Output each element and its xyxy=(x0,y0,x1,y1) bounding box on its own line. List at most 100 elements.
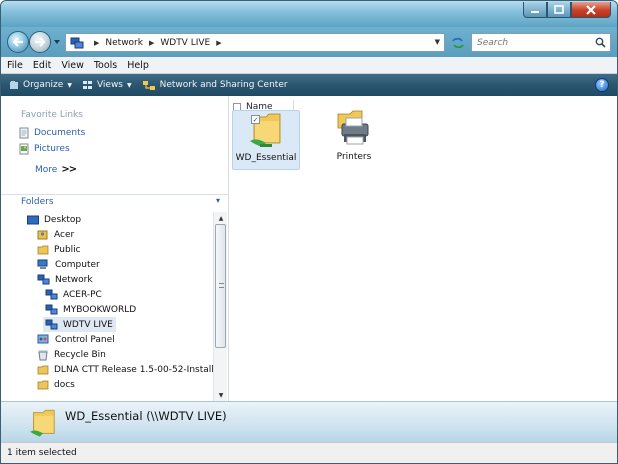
search-icon[interactable] xyxy=(595,37,606,48)
tree-item-acer-pc[interactable]: ACER-PC xyxy=(45,287,102,302)
double-chevron-right-icon: >> xyxy=(61,164,77,175)
menu-bar: File Edit View Tools Help xyxy=(1,57,617,74)
back-arrow-icon xyxy=(12,37,23,47)
tree-item-label: ACER-PC xyxy=(63,289,102,300)
favorite-link-label: Documents xyxy=(34,128,86,138)
menu-file[interactable]: File xyxy=(7,60,23,71)
chevron-down-icon: ▼ xyxy=(67,81,72,89)
tree-item-mybookworld[interactable]: MYBOOKWORLD xyxy=(45,302,136,317)
folders-title: Folders xyxy=(21,196,54,207)
folder-tree: Desktop Acer Public Computer Network ACE… xyxy=(1,212,213,401)
forward-button[interactable] xyxy=(29,31,51,53)
refresh-button[interactable] xyxy=(449,34,467,51)
minimize-button[interactable] xyxy=(523,2,547,18)
network-computer-icon xyxy=(45,319,58,330)
breadcrumb-separator: ▶ xyxy=(94,38,100,47)
tree-item-recycle-bin[interactable]: Recycle Bin xyxy=(37,347,106,362)
tree-item-dlna-ctt-release[interactable]: DLNA CTT Release 1.5-00-52-Installer- xyxy=(37,362,213,377)
scroll-up-icon[interactable]: ▲ xyxy=(214,212,228,224)
chevron-down-icon: ▼ xyxy=(127,81,132,89)
details-pane: WD_Essential (\\WDTV LIVE) xyxy=(1,401,617,442)
grip-icon xyxy=(219,283,224,288)
more-label: More xyxy=(35,164,58,175)
file-item-printers[interactable]: Printers xyxy=(320,110,388,170)
recycle-bin-icon xyxy=(37,349,49,361)
tree-item-public[interactable]: Public xyxy=(37,242,81,257)
computer-icon xyxy=(37,259,50,270)
status-text: 1 item selected xyxy=(7,448,77,458)
explorer-window: ▶ Network ▶ WDTV LIVE ▶ ▼ File Edit View… xyxy=(0,0,618,464)
close-button[interactable] xyxy=(571,2,611,18)
tree-item-label: MYBOOKWORLD xyxy=(63,304,137,315)
desktop-icon xyxy=(27,215,39,225)
back-button[interactable] xyxy=(7,31,29,53)
search-box[interactable] xyxy=(471,33,611,52)
help-button[interactable]: ? xyxy=(595,78,609,92)
scroll-down-icon[interactable]: ▼ xyxy=(214,389,228,401)
tree-item-wdtv-live[interactable]: WDTV LIVE xyxy=(43,317,116,332)
tree-item-label: Desktop xyxy=(44,214,82,225)
folders-header[interactable]: Folders ▾ xyxy=(1,194,228,208)
favorite-link-label: Pictures xyxy=(34,144,70,154)
tree-item-label: DLNA CTT Release 1.5-00-52-Installer- xyxy=(54,364,213,375)
tree-item-control-panel[interactable]: Control Panel xyxy=(37,332,115,347)
address-bar[interactable]: ▶ Network ▶ WDTV LIVE ▶ ▼ xyxy=(65,33,445,52)
tree-item-label: Control Panel xyxy=(55,334,115,345)
file-item-label: WD_Essential xyxy=(235,153,297,163)
menu-edit[interactable]: Edit xyxy=(33,60,51,71)
caption-buttons xyxy=(523,2,611,18)
tree-item-label: Computer xyxy=(55,259,100,270)
search-input[interactable] xyxy=(477,37,587,48)
tree-item-label: WDTV LIVE xyxy=(63,319,113,330)
folder-icon xyxy=(37,379,49,390)
breadcrumb-separator[interactable]: ▶ xyxy=(149,39,154,47)
tree-item-computer[interactable]: Computer xyxy=(37,257,100,272)
views-button[interactable]: Views ▼ xyxy=(82,80,132,90)
item-checkbox[interactable]: ✓ xyxy=(251,115,260,124)
favorite-link-pictures[interactable]: Pictures xyxy=(19,143,70,155)
title-bar[interactable] xyxy=(1,1,617,27)
maximize-button[interactable] xyxy=(547,2,571,18)
user-folder-icon xyxy=(37,229,49,240)
chevron-down-icon: ▾ xyxy=(215,196,220,205)
tree-item-acer[interactable]: Acer xyxy=(37,227,74,242)
scrollbar-thumb[interactable] xyxy=(215,224,226,348)
navigation-pane: Favorite Links Documents Pictures More >… xyxy=(1,96,229,401)
menu-tools[interactable]: Tools xyxy=(94,60,117,71)
menu-help[interactable]: Help xyxy=(127,60,149,71)
tree-item-label: Network xyxy=(55,274,93,285)
tree-item-label: Public xyxy=(54,244,81,255)
tree-item-label: docs xyxy=(54,379,75,390)
file-item-label: Printers xyxy=(336,152,372,162)
organize-button[interactable]: Organize ▼ xyxy=(9,80,72,90)
help-icon: ? xyxy=(599,80,605,90)
network-computer-icon xyxy=(45,304,58,315)
details-item-name: WD_Essential (\\WDTV LIVE) xyxy=(65,409,227,423)
breadcrumb-separator[interactable]: ▶ xyxy=(216,39,221,47)
command-bar: Organize ▼ Views ▼ Network and Sharing C… xyxy=(1,74,617,96)
tree-item-network[interactable]: Network xyxy=(37,272,93,287)
close-icon xyxy=(586,4,596,15)
address-dropdown-icon[interactable]: ▼ xyxy=(435,38,440,46)
favorite-link-documents[interactable]: Documents xyxy=(19,127,85,139)
minimize-icon xyxy=(531,10,539,13)
refresh-icon xyxy=(452,37,464,48)
tree-item-docs[interactable]: docs xyxy=(37,377,75,392)
file-item-wd-essential[interactable]: ✓ WD_Essential xyxy=(232,110,300,170)
maximize-icon xyxy=(554,5,564,14)
breadcrumb-wdtv-live[interactable]: WDTV LIVE xyxy=(160,38,210,48)
network-sharing-icon xyxy=(142,80,156,91)
documents-icon xyxy=(19,127,29,139)
recent-pages-dropdown-icon[interactable] xyxy=(53,38,61,46)
pictures-icon xyxy=(19,143,29,155)
menu-view[interactable]: View xyxy=(61,60,84,71)
folder-tree-scrollbar[interactable]: ▲ ▼ xyxy=(213,212,227,401)
network-sharing-center-button[interactable]: Network and Sharing Center xyxy=(142,80,288,91)
more-links[interactable]: More >> xyxy=(35,164,77,175)
file-list: Name ✓ WD_Essential Printers xyxy=(230,96,617,401)
tree-item-desktop[interactable]: Desktop xyxy=(27,212,81,227)
content-area: Favorite Links Documents Pictures More >… xyxy=(1,96,617,442)
navigation-row: ▶ Network ▶ WDTV LIVE ▶ ▼ xyxy=(1,27,617,57)
views-label: Views xyxy=(96,80,123,90)
breadcrumb-network[interactable]: Network xyxy=(105,38,143,48)
